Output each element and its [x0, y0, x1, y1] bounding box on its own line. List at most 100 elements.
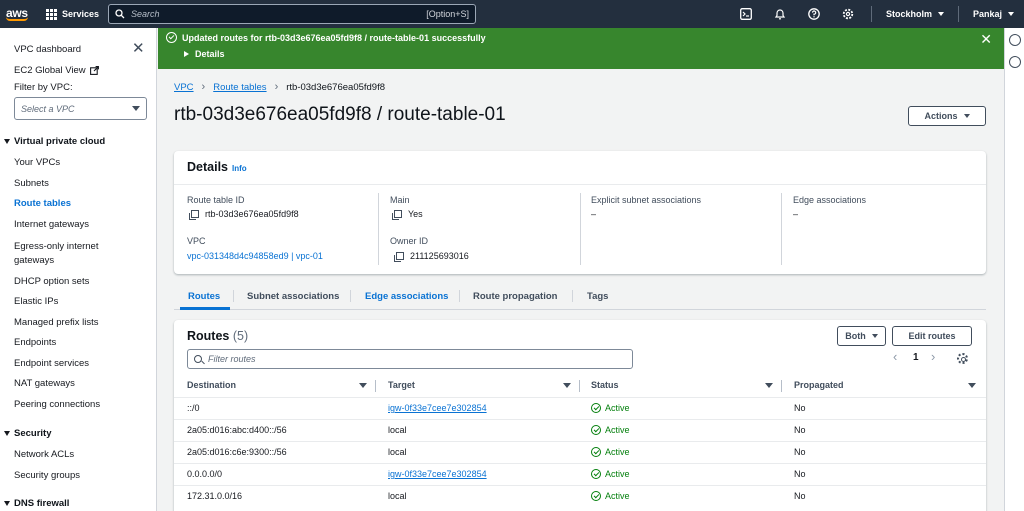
target-cell: local [388, 491, 407, 501]
success-flash: Updated routes for rtb-03d3e676ea05fd9f8… [158, 28, 1004, 69]
sidebar-item-subnets[interactable]: Subnets [14, 178, 49, 189]
sidebar-item-managed-prefix-lists[interactable]: Managed prefix lists [14, 317, 98, 328]
sort-icon[interactable] [359, 383, 367, 388]
copy-icon[interactable] [394, 252, 404, 262]
actions-button[interactable]: Actions [908, 106, 986, 126]
chevron-down-icon [1008, 12, 1014, 16]
sidebar: VPC dashboard ✕ EC2 Global View Filter b… [0, 28, 157, 511]
breadcrumb-vpc[interactable]: VPC [174, 82, 194, 93]
help-icon[interactable] [797, 0, 831, 28]
route-table-id-label: Route table ID [187, 195, 245, 205]
tab-tags[interactable]: Tags [587, 291, 608, 302]
chevron-down-icon [132, 106, 140, 111]
column-header-destination[interactable]: Destination [187, 380, 236, 390]
column-header-propagated[interactable]: Propagated [794, 380, 844, 390]
column-header-target[interactable]: Target [388, 380, 415, 390]
sort-icon[interactable] [563, 383, 571, 388]
egress-label-line2: gateways [14, 255, 55, 266]
sidebar-item-network-acls[interactable]: Network ACLs [14, 449, 74, 460]
close-icon[interactable]: ✕ [132, 41, 145, 56]
page-number[interactable]: 1 [913, 352, 919, 363]
vpc-link[interactable]: vpc-031348d4c94858ed9 | vpc-01 [187, 251, 323, 261]
sidebar-item-vpc-dashboard[interactable]: VPC dashboard [14, 44, 81, 55]
sidebar-item-dhcp-option-sets[interactable]: DHCP option sets [14, 276, 89, 287]
info-icon[interactable] [1009, 34, 1021, 46]
sidebar-item-endpoints[interactable]: Endpoints [14, 337, 56, 348]
main-label: Main [390, 195, 410, 205]
edge-associations-label: Edge associations [793, 195, 867, 205]
destination-cell: 172.31.0.0/16 [187, 491, 243, 501]
copy-icon[interactable] [189, 210, 199, 220]
vpc-select[interactable]: Select a VPC [14, 97, 147, 120]
status-cell: Active [591, 491, 630, 501]
propagated-cell: No [794, 425, 806, 435]
search-input[interactable]: Search [Option+S] [108, 4, 476, 24]
nav-divider [957, 6, 959, 22]
sidebar-item-your-vpcs[interactable]: Your VPCs [14, 157, 60, 168]
flash-close-icon[interactable]: ✕ [980, 31, 992, 48]
chevron-down-icon [871, 334, 878, 338]
search-icon [194, 355, 202, 363]
status-cell: Active [591, 425, 630, 435]
aws-logo[interactable]: aws [0, 7, 44, 21]
section-dns-firewall[interactable]: DNS firewall [0, 498, 69, 509]
breadcrumb-route-tables[interactable]: Route tables [213, 82, 266, 93]
target-cell: local [388, 425, 407, 435]
info-link[interactable]: Info [232, 164, 247, 173]
preferences-gear-icon[interactable] [957, 353, 968, 364]
bell-icon[interactable] [763, 0, 797, 28]
copy-icon[interactable] [392, 210, 402, 220]
account-menu[interactable]: Pankaj [965, 9, 1024, 19]
external-link-icon [89, 66, 99, 75]
target-link[interactable]: igw-0f33e7cee7e302854 [388, 403, 487, 413]
table-row: 0.0.0.0/0 igw-0f33e7cee7e302854 Active N… [174, 463, 986, 485]
explicit-subnet-associations-label: Explicit subnet associations [591, 195, 702, 205]
settings-icon[interactable] [831, 0, 865, 28]
main-value: Yes [392, 209, 423, 220]
section-security[interactable]: Security [0, 428, 52, 439]
cloudshell-icon[interactable] [729, 0, 763, 28]
right-rail [1004, 28, 1024, 511]
target-link[interactable]: igw-0f33e7cee7e302854 [388, 469, 487, 479]
routes-title: Routes (5) [187, 329, 248, 343]
filter-routes-input[interactable]: Filter routes [187, 349, 633, 369]
destination-cell: 0.0.0.0/0 [187, 469, 223, 479]
destination-cell: 2a05:d016:abc:d400::/56 [187, 425, 287, 435]
edit-routes-button[interactable]: Edit routes [892, 326, 972, 346]
tab-route-propagation[interactable]: Route propagation [473, 291, 557, 302]
user-label: Pankaj [972, 9, 1002, 19]
prev-page-icon[interactable]: ‹ [893, 349, 897, 364]
explicit-subnet-associations-value: – [591, 209, 597, 219]
status-cell: Active [591, 403, 630, 413]
filter-placeholder: Filter routes [208, 354, 256, 364]
both-dropdown[interactable]: Both [837, 326, 886, 346]
section-title: Virtual private cloud [14, 136, 106, 147]
sidebar-item-route-tables[interactable]: Route tables [14, 198, 71, 209]
destination-cell: 2a05:d016:c6e:9300::/56 [187, 447, 287, 457]
sidebar-item-egress-only-internet-gateways[interactable]: Egress-only internet gateways [14, 240, 98, 268]
sidebar-item-internet-gateways[interactable]: Internet gateways [14, 219, 89, 230]
divider [174, 184, 986, 185]
sort-icon[interactable] [968, 383, 976, 388]
propagated-cell: No [794, 447, 806, 457]
flash-details-toggle[interactable]: Details [184, 49, 225, 59]
column-header-status[interactable]: Status [591, 380, 619, 390]
next-page-icon[interactable]: › [931, 349, 935, 364]
details-title: Details Info [187, 160, 247, 174]
region-selector[interactable]: Stockholm [878, 9, 952, 19]
tab-routes[interactable]: Routes [188, 291, 220, 302]
sidebar-item-security-groups[interactable]: Security groups [14, 470, 80, 481]
sidebar-item-peering-connections[interactable]: Peering connections [14, 399, 100, 410]
sort-icon[interactable] [765, 383, 773, 388]
tab-subnet-associations[interactable]: Subnet associations [247, 291, 339, 302]
region-label: Stockholm [885, 9, 932, 19]
tab-edge-associations[interactable]: Edge associations [365, 291, 448, 302]
sidebar-item-endpoint-services[interactable]: Endpoint services [14, 358, 89, 369]
sidebar-item-elastic-ips[interactable]: Elastic IPs [14, 296, 58, 307]
services-menu[interactable]: Services [46, 8, 99, 20]
details-heading: Details [187, 160, 228, 174]
sidebar-item-ec2-global-view[interactable]: EC2 Global View [14, 65, 99, 76]
clock-icon[interactable] [1009, 56, 1021, 68]
sidebar-item-nat-gateways[interactable]: NAT gateways [14, 378, 75, 389]
section-virtual-private-cloud[interactable]: Virtual private cloud [0, 136, 105, 147]
